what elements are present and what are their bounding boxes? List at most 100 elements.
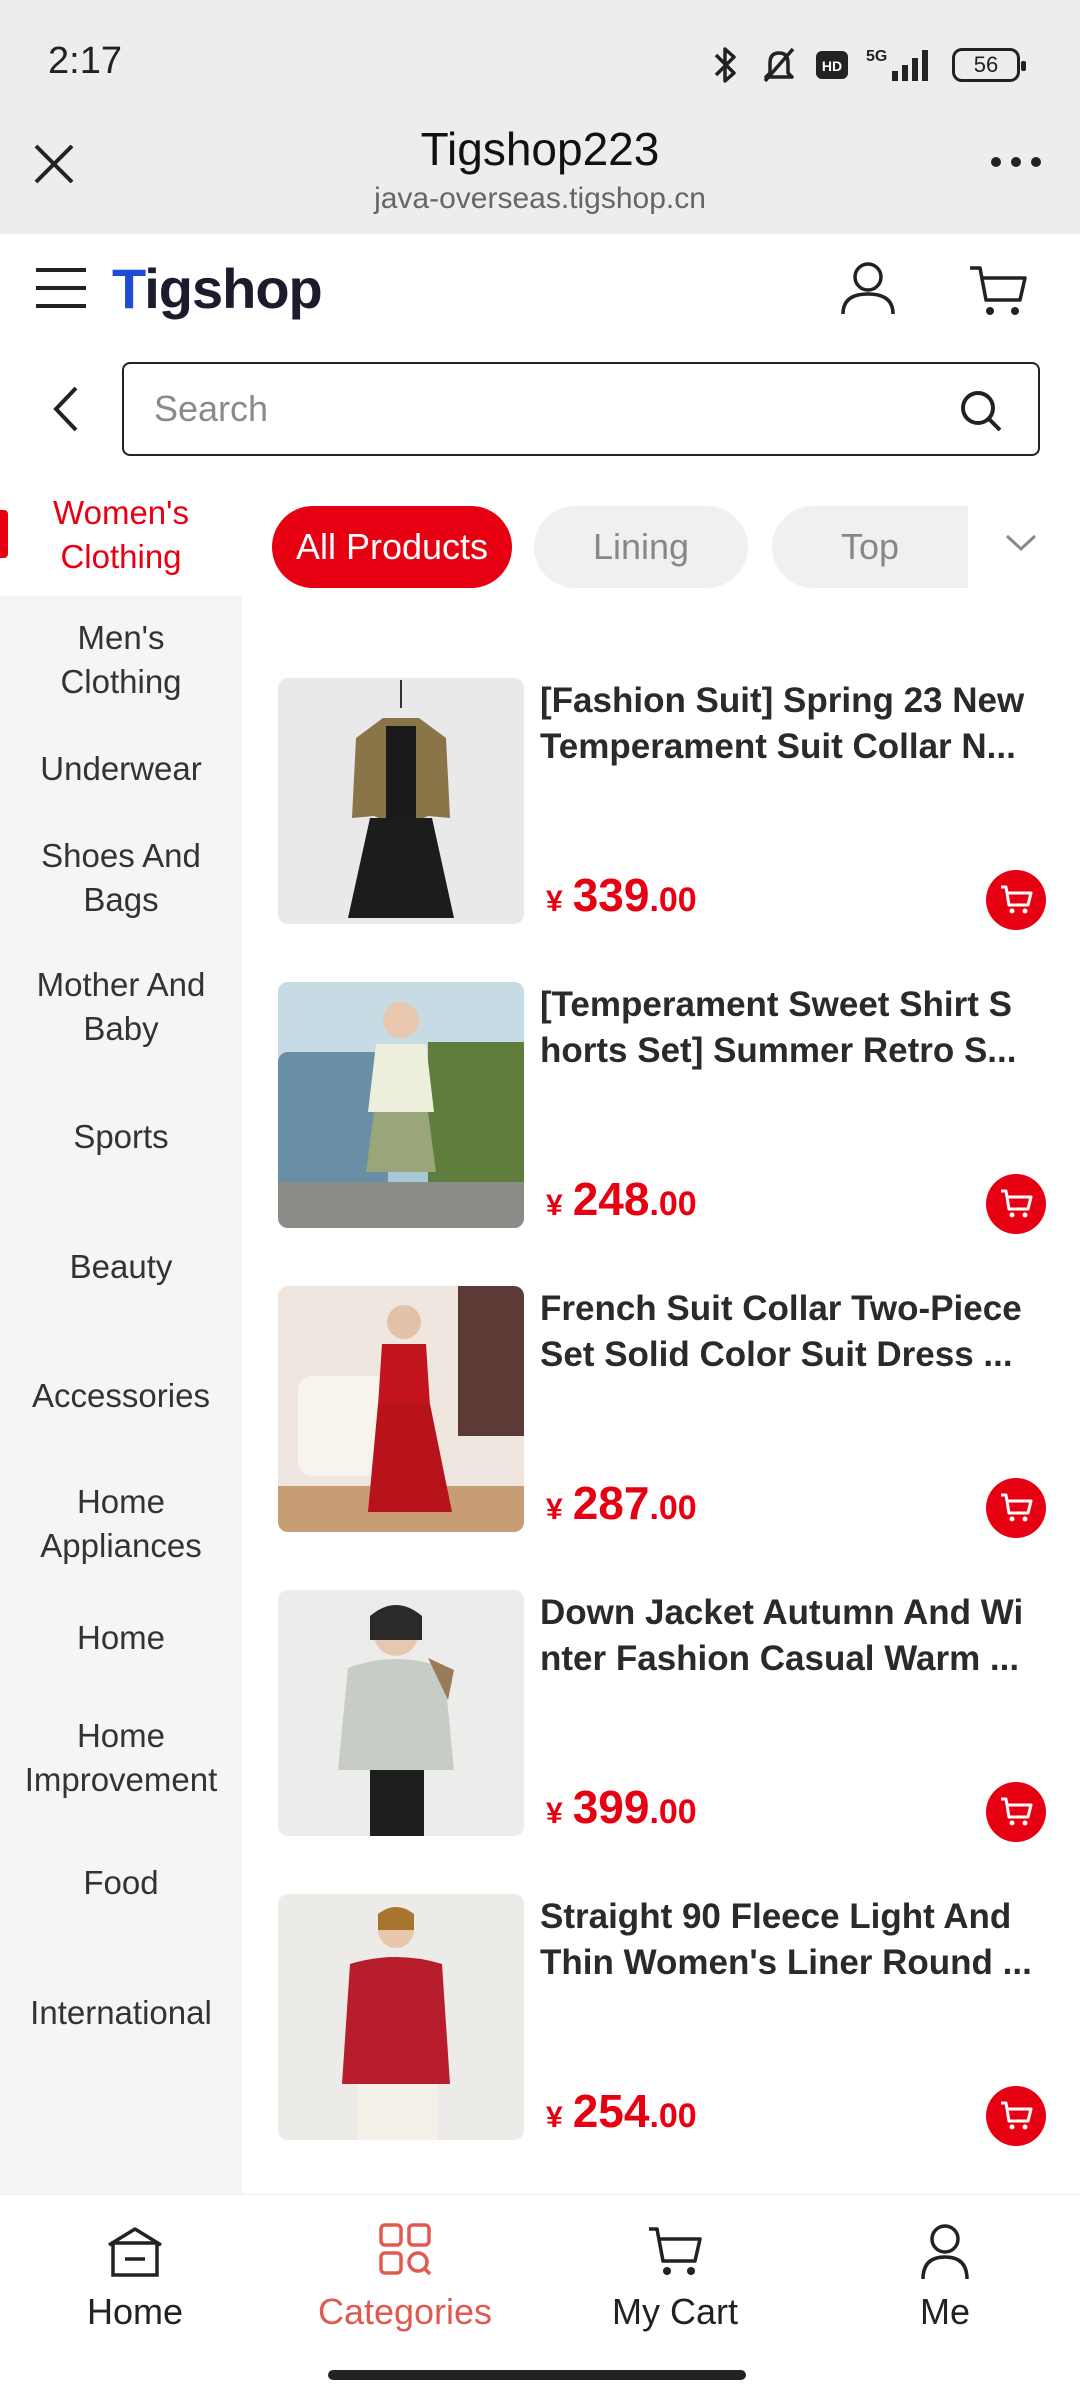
product-price: ¥ 254 .00 [546, 2084, 697, 2138]
sidebar-item-womens-clothing[interactable]: Women's Clothing [0, 474, 242, 596]
search-box [122, 362, 1040, 456]
cart-icon[interactable] [968, 264, 1028, 318]
product-image[interactable] [278, 982, 524, 1228]
price-decimal: .00 [649, 2097, 697, 2135]
product-title[interactable]: Straight 90 Fleece Light And Thin Women'… [540, 1894, 1060, 1986]
add-to-cart-button[interactable] [986, 1174, 1046, 1234]
hd-icon: HD [816, 51, 848, 79]
bottom-nav: Home Categories My Cart Me [0, 2194, 1080, 2358]
chevron-down-icon[interactable] [1004, 532, 1038, 554]
price-integer: 254 [572, 2085, 650, 2137]
sidebar-item-mens-clothing[interactable]: Men's Clothing [0, 596, 242, 724]
status-time: 2:17 [48, 40, 122, 82]
product-image[interactable] [278, 1894, 524, 2140]
chip-lining[interactable]: Lining [534, 506, 748, 588]
sidebar-item-label: Shoes And Bags [41, 837, 201, 918]
nav-categories[interactable]: Categories [270, 2221, 540, 2333]
cart-icon [1001, 1797, 1033, 1826]
sidebar-item-sports[interactable]: Sports [0, 1072, 242, 1202]
sidebar-item-label: Beauty [69, 1248, 173, 1285]
user-icon [921, 2224, 969, 2280]
cart-icon [649, 2227, 702, 2275]
nav-me[interactable]: Me [810, 2221, 1080, 2333]
product-title[interactable]: [Temperament Sweet Shirt S horts Set] Su… [540, 982, 1060, 1074]
bluetooth-icon [714, 47, 736, 83]
product-image[interactable] [278, 1590, 524, 1836]
product-price: ¥ 339 .00 [546, 868, 697, 922]
nav-home[interactable]: Home [0, 2221, 270, 2333]
sidebar-item-mother-and-baby[interactable]: Mother And Baby [0, 942, 242, 1072]
back-arrow-icon[interactable] [48, 384, 84, 434]
price-currency: ¥ [546, 1189, 563, 1222]
account-icon[interactable] [840, 260, 896, 316]
nav-my-cart[interactable]: My Cart [540, 2221, 810, 2333]
product-card[interactable]: [Temperament Sweet Shirt S horts Set] Su… [242, 982, 1080, 1252]
sidebar-item-beauty[interactable]: Beauty [0, 1202, 242, 1332]
product-card[interactable]: Straight 90 Fleece Light And Thin Women'… [242, 1894, 1080, 2164]
sidebar-item-food[interactable]: Food [0, 1828, 242, 1938]
browser-title: Tigshop223 [420, 123, 660, 175]
logo-text: Tigshop [112, 257, 323, 320]
status-bar: 2:17 HD 5G 56 [0, 0, 1080, 130]
chip-top[interactable]: Top [772, 506, 968, 588]
sidebar-item-international[interactable]: International [0, 1938, 242, 2088]
product-title[interactable]: [Fashion Suit] Spring 23 New Temperament… [540, 678, 1060, 770]
sidebar-item-label: Mother And Baby [36, 966, 206, 1047]
gesture-handle[interactable] [328, 2370, 746, 2380]
categories-icon [379, 2223, 432, 2276]
nav-label: Categories [317, 2291, 493, 2332]
add-to-cart-button[interactable] [986, 870, 1046, 930]
add-to-cart-button[interactable] [986, 1782, 1046, 1842]
more-options-icon[interactable] [988, 152, 1044, 172]
sidebar-item-label: Food [83, 1864, 159, 1901]
sidebar-item-accessories[interactable]: Accessories [0, 1332, 242, 1460]
price-integer: 248 [572, 1173, 650, 1225]
product-card[interactable]: [Fashion Suit] Spring 23 New Temperament… [242, 678, 1080, 948]
nav-label: My Cart [612, 2291, 738, 2332]
sidebar-item-label: Home Improvement [24, 1717, 218, 1798]
product-title[interactable]: French Suit Collar Two-Piece Set Solid C… [540, 1286, 1060, 1378]
home-icon [108, 2227, 162, 2277]
cart-icon [1001, 885, 1033, 914]
add-to-cart-button[interactable] [986, 1478, 1046, 1538]
mute-icon [763, 47, 795, 83]
product-price: ¥ 248 .00 [546, 1172, 697, 1226]
price-currency: ¥ [546, 885, 563, 918]
add-to-cart-button[interactable] [986, 2086, 1046, 2146]
status-icons: HD 5G 56 [708, 40, 1026, 90]
product-image[interactable] [278, 678, 524, 924]
nav-label: Home [86, 2291, 184, 2332]
price-currency: ¥ [546, 1797, 563, 1830]
sidebar-item-label: Home Appliances [40, 1483, 202, 1564]
signal-icon: 5G [866, 48, 928, 81]
menu-icon[interactable] [36, 266, 86, 310]
sidebar-item-underwear[interactable]: Underwear [0, 724, 242, 814]
sidebar-item-label: Men's Clothing [60, 619, 182, 700]
chip-all-products[interactable]: All Products [272, 506, 512, 588]
sidebar-item-home-appliances[interactable]: Home Appliances [0, 1460, 242, 1588]
site-logo[interactable]: Tigshop [112, 256, 323, 321]
product-price: ¥ 287 .00 [546, 1476, 697, 1530]
price-decimal: .00 [649, 881, 697, 919]
price-integer: 287 [572, 1477, 650, 1529]
filter-chips: All Products Lining Top [242, 474, 1080, 622]
sidebar-item-label: Sports [73, 1118, 169, 1155]
search-row [0, 344, 1080, 474]
price-currency: ¥ [546, 1493, 563, 1526]
product-image[interactable] [278, 1286, 524, 1532]
cart-icon [1001, 1189, 1033, 1218]
sidebar-item-label: Accessories [32, 1377, 210, 1414]
search-input[interactable] [154, 364, 954, 454]
sidebar-item-shoes-and-bags[interactable]: Shoes And Bags [0, 814, 242, 942]
product-card[interactable]: Down Jacket Autumn And Wi nter Fashion C… [242, 1590, 1080, 1860]
nav-label: Me [919, 2291, 970, 2332]
sidebar-item-home-improvement[interactable]: Home Improvement [0, 1688, 242, 1828]
gesture-bar[interactable] [0, 2358, 1080, 2400]
search-icon[interactable] [958, 388, 1004, 434]
price-integer: 339 [572, 869, 650, 921]
sidebar-item-home[interactable]: Home [0, 1588, 242, 1688]
svg-text:HD: HD [822, 58, 842, 74]
product-card[interactable]: French Suit Collar Two-Piece Set Solid C… [242, 1286, 1080, 1556]
cart-icon [1001, 2101, 1033, 2130]
product-title[interactable]: Down Jacket Autumn And Wi nter Fashion C… [540, 1590, 1060, 1682]
